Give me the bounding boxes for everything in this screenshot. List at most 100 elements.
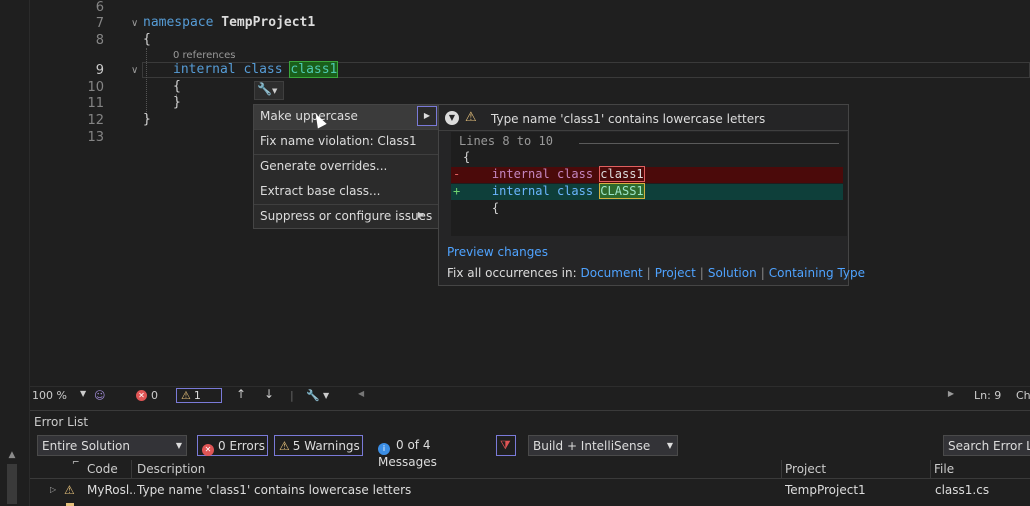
zoom-level[interactable]: 100 %	[32, 389, 67, 402]
menu-item-generate-overrides[interactable]: Generate overrides...	[254, 155, 438, 179]
column-divider[interactable]	[930, 460, 931, 479]
row-code: MyRosl...	[87, 483, 135, 497]
copilot-icon[interactable]: ☺	[94, 389, 105, 402]
search-error-list-input[interactable]: Search Error List	[943, 435, 1030, 456]
class-name-highlight[interactable]: class1	[289, 61, 339, 78]
line-number: 12	[87, 113, 104, 128]
keyword: internal	[491, 184, 550, 198]
separator: |	[699, 266, 704, 280]
messages-filter-button[interactable]: i0 of 4 Messages	[372, 435, 492, 469]
diff-line-removed: - internal class class1	[451, 166, 843, 183]
collapse-chevron-icon[interactable]: ▼	[445, 111, 459, 125]
table-row[interactable]: ▷ ⚠ MyRosl... Type name 'class1' contain…	[30, 480, 1030, 500]
error-icon[interactable]: ✕	[136, 390, 147, 401]
warnings-filter-button[interactable]: ⚠ 5 Warnings	[274, 435, 363, 456]
chevron-down-icon[interactable]: ▼	[323, 391, 329, 400]
menu-item-make-uppercase[interactable]: Make uppercase	[254, 105, 438, 129]
errors-filter-button[interactable]: ✕ 0 Errors	[197, 435, 268, 456]
divider	[579, 143, 839, 144]
menu-item-label: Make uppercase	[260, 109, 358, 123]
menu-item-fix-name-violation[interactable]: Fix name violation: Class1	[254, 130, 438, 154]
chevron-down-icon: ▼	[175, 441, 182, 450]
expand-row-icon[interactable]: ▷	[50, 485, 56, 494]
lines-range-label: Lines 8 to 10	[459, 134, 553, 148]
keyword: internal	[491, 167, 550, 181]
line-number: 13	[87, 130, 104, 145]
code-line-namespace: namespace TempProject1	[143, 15, 315, 30]
column-divider[interactable]	[131, 460, 132, 479]
quick-actions-button[interactable]: 🔧▼	[254, 81, 284, 100]
fold-chevron-icon[interactable]: ∨	[131, 18, 138, 29]
fix-scope-document-link[interactable]: Document	[581, 266, 643, 280]
fix-scope-project-link[interactable]: Project	[655, 266, 696, 280]
line-number: 9	[95, 63, 104, 78]
column-header-description[interactable]: Description	[137, 462, 205, 476]
diff-text: {	[491, 201, 500, 215]
diff-line-context: {	[451, 201, 843, 217]
fix-scope-containing-type-link[interactable]: Containing Type	[769, 266, 865, 280]
scope-value: Entire Solution	[42, 439, 130, 453]
warning-icon: ⚠	[465, 110, 477, 125]
fold-chevron-icon[interactable]: ∨	[131, 65, 138, 76]
scope-dropdown[interactable]: Entire Solution ▼	[37, 435, 187, 456]
new-class-name: CLASS1	[599, 183, 645, 199]
info-icon: i	[378, 443, 390, 455]
separator: |	[646, 266, 651, 280]
keyword: class	[556, 184, 594, 198]
diff-line-context: {	[451, 150, 843, 166]
char-position: Ch	[1016, 389, 1030, 402]
fix-scope-solution-link[interactable]: Solution	[708, 266, 757, 280]
codelens-references[interactable]: 0 references	[173, 50, 236, 61]
old-class-name: class1	[599, 166, 645, 182]
table-row[interactable]	[30, 502, 1030, 506]
sort-icon[interactable]: ⌐	[72, 458, 80, 468]
column-divider[interactable]	[781, 460, 782, 479]
menu-item-suppress-configure[interactable]: Suppress or configure issues ▶	[254, 205, 438, 229]
menu-item-label: Suppress or configure issues	[260, 209, 433, 223]
scroll-up-icon[interactable]: ▲	[6, 450, 18, 460]
menu-item-label: Fix name violation: Class1	[260, 134, 417, 148]
diff-preview: Lines 8 to 10 { - internal class class1 …	[451, 132, 847, 236]
chevron-down-icon: ▼	[271, 87, 278, 95]
code-line: }	[173, 95, 181, 110]
preview-changes-link[interactable]: Preview changes	[447, 245, 548, 259]
search-placeholder: Search Error List	[948, 439, 1030, 453]
preview-header: ▼ ⚠ Type name 'class1' contains lowercas…	[439, 105, 848, 131]
warning-icon: ⚠	[64, 483, 75, 497]
line-number: 6	[95, 0, 104, 15]
keyword: class	[556, 167, 594, 181]
filter-icon[interactable]: ⧩	[496, 435, 516, 456]
error-list-header: ⌐ Code Description Project File	[30, 458, 1030, 479]
warnings-label: 5 Warnings	[292, 439, 360, 453]
column-header-file[interactable]: File	[934, 462, 954, 476]
column-header-code[interactable]: Code	[87, 462, 118, 476]
errors-label: 0 Errors	[218, 439, 265, 453]
code-cleanup-icon[interactable]: 🔧	[306, 389, 320, 402]
expand-preview-arrow-icon[interactable]: ▶	[417, 106, 437, 126]
scroll-left-icon[interactable]: ◀	[358, 389, 364, 398]
row-file: class1.cs	[935, 483, 990, 497]
chevron-down-icon: ▼	[666, 441, 673, 450]
arrow-down-icon[interactable]: ↓	[264, 387, 274, 401]
diff-sign: -	[453, 167, 461, 181]
code-line: {	[173, 79, 181, 94]
scroll-right-icon[interactable]: ▶	[948, 389, 954, 398]
build-filter-dropdown[interactable]: Build + IntelliSense ▼	[528, 435, 678, 456]
left-strip-scrollbar[interactable]: ▲	[6, 450, 18, 506]
scroll-thumb[interactable]	[7, 464, 17, 504]
arrow-up-icon[interactable]: ↑	[236, 387, 246, 401]
code-line: {	[143, 32, 151, 47]
error-count[interactable]: 0	[151, 389, 158, 402]
menu-item-label: Generate overrides...	[260, 159, 388, 173]
zoom-dropdown-icon[interactable]: ▼	[80, 389, 86, 398]
horizontal-scrollbar[interactable]: ◀ ▶	[358, 389, 954, 400]
menu-item-label: Extract base class...	[260, 184, 381, 198]
panel-title: Error List	[34, 415, 89, 429]
namespace-name: TempProject1	[221, 15, 316, 30]
column-header-project[interactable]: Project	[785, 462, 826, 476]
fix-all-occurrences: Fix all occurrences in: Document | Project…	[447, 266, 865, 280]
keyword: class	[243, 62, 283, 77]
code-line: }	[143, 112, 151, 127]
menu-item-extract-base-class[interactable]: Extract base class...	[254, 180, 438, 204]
warning-count-button[interactable]: ⚠ 1	[176, 388, 222, 403]
